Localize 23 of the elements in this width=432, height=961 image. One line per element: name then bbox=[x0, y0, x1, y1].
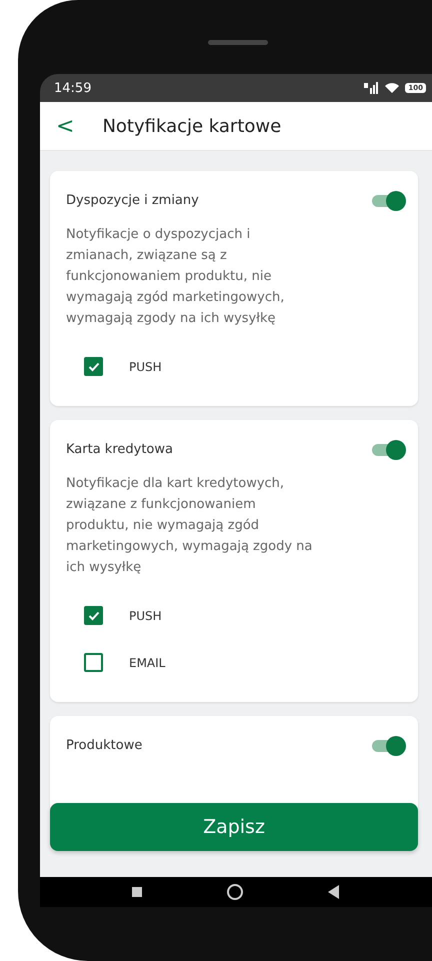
checkbox[interactable] bbox=[84, 653, 103, 672]
section-description: Notyfikacje dla kart kredytowych, związane z funkcjonowaniem produktu, nie wymagają zgód marketingowych, wymagają zgody na ich wysyłkę bbox=[66, 475, 314, 577]
section-description: Notyfikacje o dyspozycjach i zmianach, związane są z funkcjonowaniem produktu, nie wymagają zgód marketingowych, wymagają zgody na ich wysyłkę bbox=[66, 226, 286, 328]
checkmark-icon bbox=[88, 610, 100, 620]
checkbox[interactable] bbox=[84, 357, 103, 376]
back-button[interactable]: < bbox=[52, 114, 78, 138]
section-title: Karta kredytowa bbox=[66, 442, 173, 457]
speaker-slot bbox=[208, 40, 268, 45]
section-title: Dyspozycje i zmiany bbox=[66, 193, 199, 208]
save-button[interactable]: Zapisz bbox=[50, 803, 418, 851]
wifi-icon bbox=[384, 82, 400, 94]
option-label: PUSH bbox=[129, 608, 162, 622]
section-title: Produktowe bbox=[66, 738, 142, 753]
option-label: PUSH bbox=[129, 360, 162, 374]
signal-icon bbox=[363, 82, 380, 94]
status-time: 14:59 bbox=[54, 80, 92, 96]
back-icon[interactable] bbox=[328, 885, 340, 899]
option-label: EMAIL bbox=[129, 656, 166, 670]
home-icon[interactable] bbox=[226, 884, 243, 900]
recents-icon[interactable] bbox=[132, 887, 142, 897]
checkmark-icon bbox=[88, 362, 100, 372]
screen-title: Notyfikacje kartowe bbox=[102, 116, 282, 136]
checkbox[interactable] bbox=[84, 606, 103, 625]
